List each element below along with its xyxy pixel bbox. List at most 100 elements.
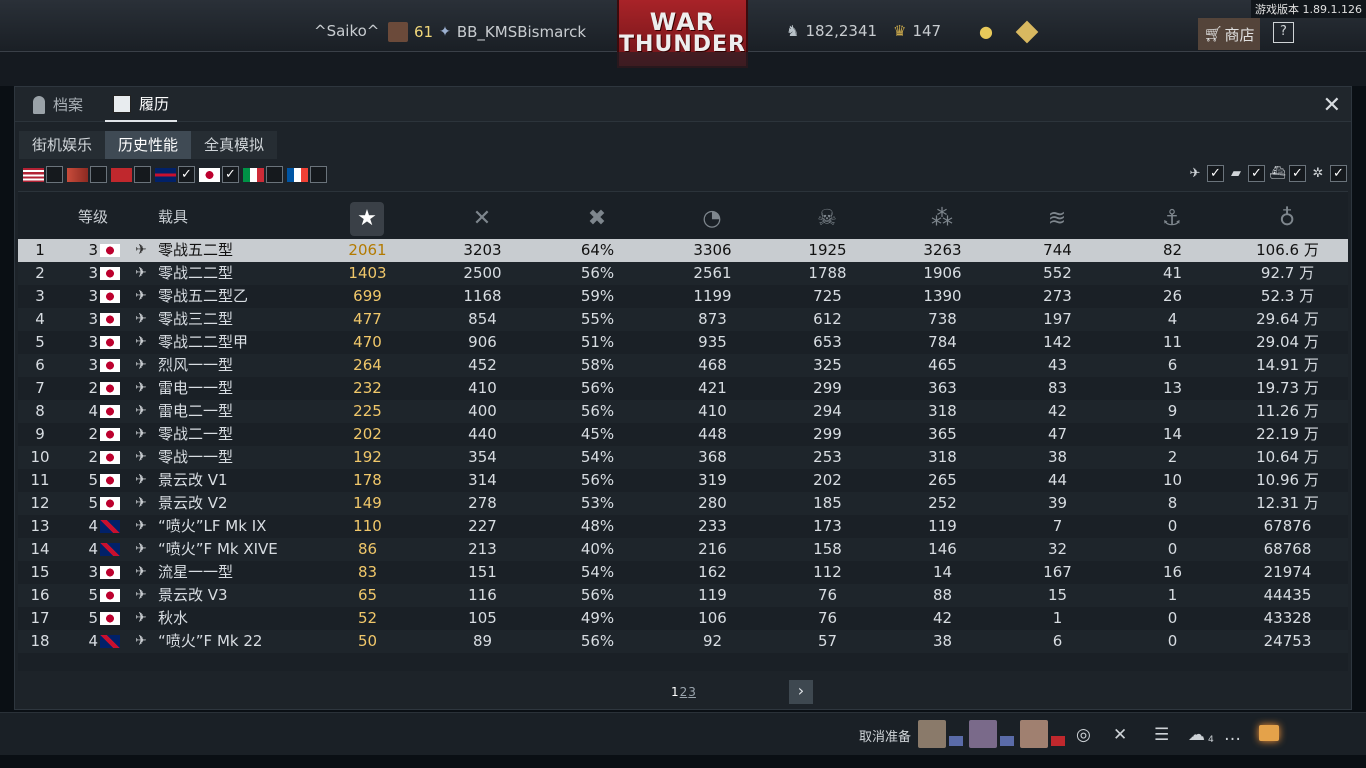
cancel-ready-button[interactable]: 取消准备 xyxy=(859,726,911,745)
stat-cell: 354 xyxy=(468,448,497,466)
nation-filter-checkbox[interactable] xyxy=(134,166,151,183)
squad-member-avatar[interactable] xyxy=(918,720,946,748)
usa-flag-icon xyxy=(1000,736,1014,746)
deaths-icon[interactable]: ☠ xyxy=(810,202,844,236)
stat-cell: 56% xyxy=(580,586,615,604)
stat-cell: 1168 xyxy=(463,287,502,305)
naval-kills-icon[interactable]: ⚓ xyxy=(1155,202,1189,236)
chat-icon[interactable]: … xyxy=(1224,725,1241,745)
uk-flag-icon xyxy=(155,167,176,182)
tab-profile[interactable]: 档案 xyxy=(25,87,91,122)
table-row[interactable]: 8 4 ✈ 雷电二一型 225 400 56% 410 294 318 42 9 11.26 万 xyxy=(18,400,1348,423)
table-row[interactable]: 12 5 ✈ 景云改 V2 149 278 53% 280 185 252 39 8 12.31 万 xyxy=(18,492,1348,515)
stat-cell: 0 xyxy=(1167,540,1178,558)
table-row[interactable]: 11 5 ✈ 景云改 V1 178 314 56% 319 202 265 44 10 10.96 万 xyxy=(18,469,1348,492)
page-link-3[interactable]: 3 xyxy=(688,685,696,699)
nation-filter-checkbox[interactable]: ✓ xyxy=(222,166,239,183)
nation-filter[interactable] xyxy=(23,166,63,183)
row-index: 14 xyxy=(30,540,50,558)
vehicle-name: 零战五二型 xyxy=(158,241,234,259)
table-row[interactable]: 7 2 ✈ 雷电一一型 232 410 56% 421 299 363 83 13 19.73 万 xyxy=(18,377,1348,400)
mail-icon[interactable] xyxy=(1259,725,1279,741)
vehicle-type-checkbox[interactable]: ✓ xyxy=(1248,165,1265,182)
golden-eagles-balance[interactable]: ♛ 147 xyxy=(893,22,941,40)
nation-filter-checkbox[interactable] xyxy=(46,166,63,183)
nation-filter-checkbox[interactable] xyxy=(266,166,283,183)
flights-icon[interactable]: ◔ xyxy=(695,202,729,236)
japan-flag-icon xyxy=(100,382,120,395)
nation-filter[interactable] xyxy=(243,166,283,183)
friends-icon[interactable]: ☁ xyxy=(1188,725,1205,745)
table-row[interactable]: 9 2 ✈ 零战二一型 202 440 45% 448 299 365 47 14 22.19 万 xyxy=(18,423,1348,446)
header-vehicle[interactable]: 载具 xyxy=(158,206,188,227)
vehicle-type-checkbox[interactable]: ✓ xyxy=(1330,165,1347,182)
stat-cell: 105 xyxy=(468,609,497,627)
lightbulb-icon[interactable]: ● xyxy=(979,22,993,41)
air-kills-icon[interactable]: ⁂ xyxy=(925,202,959,236)
fighter-icon: ✈ xyxy=(135,265,147,281)
stat-cell: 10 xyxy=(1162,471,1183,489)
stat-cell: 22.19 万 xyxy=(1256,425,1319,443)
tab-realistic[interactable]: 历史性能 xyxy=(105,131,192,159)
battles-icon[interactable]: ★ xyxy=(350,202,384,236)
stat-cell: 1 xyxy=(1167,586,1178,604)
silver-lions-balance[interactable]: ♞ 182,2341 xyxy=(786,22,877,40)
stat-cell: 44 xyxy=(1047,471,1068,489)
nation-filter-checkbox[interactable]: ✓ xyxy=(178,166,195,183)
stat-cell: 106.6 万 xyxy=(1256,241,1319,259)
squad-member-avatar[interactable] xyxy=(1020,720,1048,748)
page-link-2[interactable]: 2 xyxy=(680,685,688,699)
nation-filter[interactable] xyxy=(287,166,327,183)
table-row[interactable]: 13 4 ✈ “喷火”LF Mk IX 110 227 48% 233 173 119 7 0 6787… xyxy=(18,515,1348,538)
stat-cell: 216 xyxy=(698,540,727,558)
table-row[interactable]: 14 4 ✈ “喷火”F Mk XIVE 86 213 40% 216 158 146 32 0 687… xyxy=(18,538,1348,561)
next-page-button[interactable]: › xyxy=(789,680,813,704)
list-icon[interactable]: ☰ xyxy=(1154,725,1169,745)
table-row[interactable]: 10 2 ✈ 零战一一型 192 354 54% 368 253 318 38 2 10.64 万 xyxy=(18,446,1348,469)
squad-member-avatar[interactable] xyxy=(969,720,997,748)
table-row[interactable]: 15 3 ✈ 流星一一型 83 151 54% 162 112 14 167 16 21974 xyxy=(18,561,1348,584)
leave-squad-icon[interactable]: ✕ xyxy=(1113,725,1127,745)
table-row[interactable]: 4 3 ✈ 零战三二型 477 854 55% 873 612 738 197 4 29.64 万 xyxy=(18,308,1348,331)
tab-arcade[interactable]: 街机娱乐 xyxy=(19,131,106,159)
player-avatar[interactable] xyxy=(388,22,408,42)
nation-filter[interactable] xyxy=(111,166,151,183)
table-row[interactable]: 17 5 ✈ 秋水 52 105 49% 106 76 42 1 0 43328 xyxy=(18,607,1348,630)
stat-cell: 56% xyxy=(580,402,615,420)
stat-cell: 49% xyxy=(580,609,615,627)
table-row[interactable]: 6 3 ✈ 烈风一一型 264 452 58% 468 325 465 43 6 14.91 万 xyxy=(18,354,1348,377)
stat-cell: 410 xyxy=(468,379,497,397)
header-tier[interactable]: 等级 xyxy=(78,206,108,227)
close-button[interactable]: ✕ xyxy=(1323,93,1341,118)
nation-filter-checkbox[interactable] xyxy=(90,166,107,183)
table-row[interactable]: 3 3 ✈ 零战五二型乙 699 1168 59% 1199 725 1390 273 26 52.3 … xyxy=(18,285,1348,308)
nation-filter[interactable] xyxy=(67,166,107,183)
pagination: 1 2 3 xyxy=(671,685,696,699)
table-row[interactable]: 5 3 ✈ 零战二二型甲 470 906 51% 935 653 784 142 11 29.04 万 xyxy=(18,331,1348,354)
shop-button[interactable]: 🛒︎ 商店 xyxy=(1198,18,1260,50)
premium-gem-icon[interactable] xyxy=(1015,20,1039,44)
help-button[interactable]: ? xyxy=(1273,22,1294,43)
fighter-icon: ✈ xyxy=(135,288,147,304)
table-row[interactable]: 18 4 ✈ “喷火”F Mk 22 50 89 56% 92 57 38 6 0 24753 xyxy=(18,630,1348,653)
vehicle-type-checkbox[interactable]: ✓ xyxy=(1289,165,1306,182)
player-rank-group[interactable]: 61 ✦ BB_KMSBismarck xyxy=(388,22,586,42)
stat-cell: 57 xyxy=(817,632,838,650)
tab-record[interactable]: 履历 xyxy=(105,87,178,122)
score-icon[interactable]: ♁ xyxy=(1270,202,1304,236)
ground-kills-icon[interactable]: ≋ xyxy=(1040,202,1074,236)
vehicle-type-checkbox[interactable]: ✓ xyxy=(1207,165,1224,182)
table-row[interactable]: 1 3 ✈ 零战五二型 2061 3203 64% 3306 1925 3263 744 82 106.… xyxy=(18,239,1348,262)
nation-filter-checkbox[interactable] xyxy=(310,166,327,183)
table-row[interactable]: 16 5 ✈ 景云改 V3 65 116 56% 119 76 88 15 1 44435 xyxy=(18,584,1348,607)
player-nickname[interactable]: ^Saiko^ xyxy=(314,22,379,40)
respawns-icon[interactable]: ✕ xyxy=(465,202,499,236)
squad-invite-icon[interactable]: ◎ xyxy=(1076,725,1091,745)
stat-cell: 56% xyxy=(580,264,615,282)
victories-pct-icon[interactable]: ✖ xyxy=(580,202,614,236)
nation-filter[interactable]: ✓ xyxy=(199,166,239,183)
nation-filter[interactable]: ✓ xyxy=(155,166,195,183)
stat-cell: 452 xyxy=(468,356,497,374)
tab-simulator[interactable]: 全真模拟 xyxy=(191,131,278,159)
table-row[interactable]: 2 3 ✈ 零战二二型 1403 2500 56% 2561 1788 1906 552 41 92.7… xyxy=(18,262,1348,285)
